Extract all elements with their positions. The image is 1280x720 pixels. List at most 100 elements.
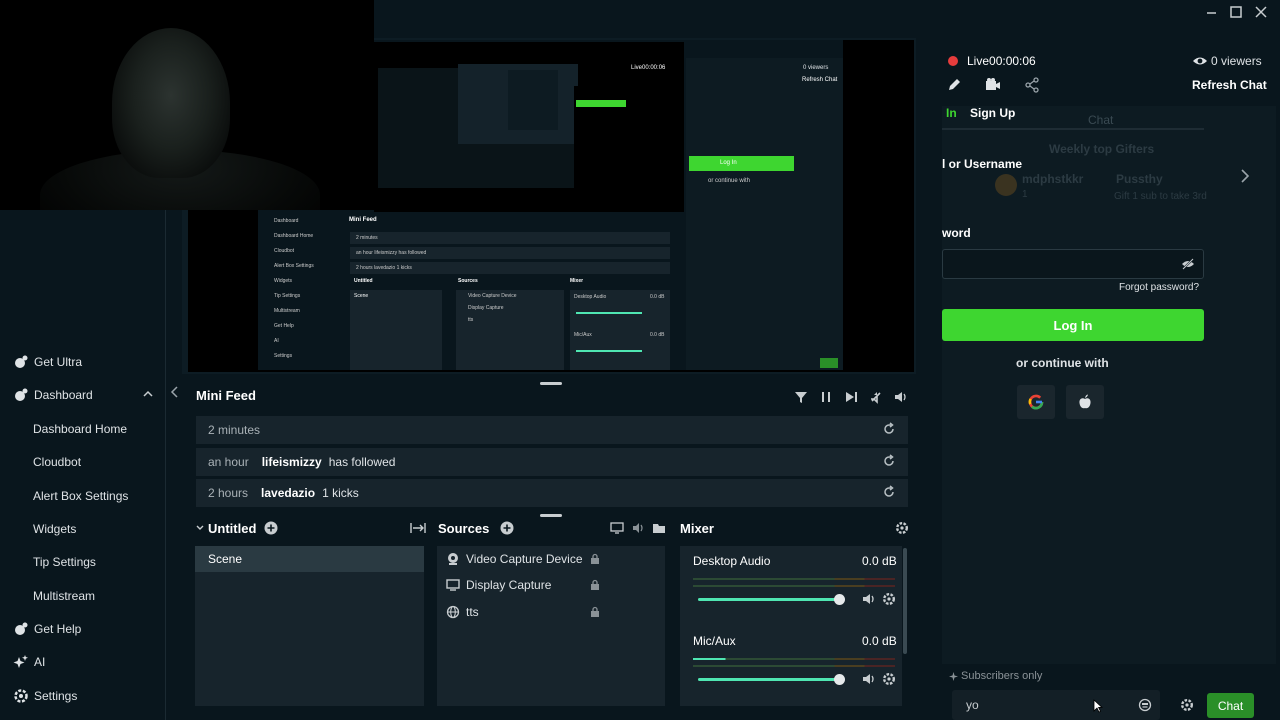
source-label: Display Capture [466, 578, 552, 592]
chat-message-input[interactable] [952, 690, 1160, 720]
nested-feed-2: an hour lifeismizzy has followed [356, 250, 427, 256]
share-icon[interactable] [1024, 77, 1040, 93]
or-continue-with: or continue with [1016, 356, 1109, 370]
pause-icon[interactable] [818, 389, 834, 405]
feed-user[interactable]: lavedazio [261, 486, 315, 500]
login-tab[interactable]: In [946, 106, 957, 120]
sidebar-item-dashboard-home[interactable]: Dashboard Home [0, 414, 166, 444]
nested-minifeed: Mini Feed [349, 217, 377, 223]
sidebar-item-ai[interactable]: AI [0, 647, 166, 677]
monitor-icon [446, 578, 460, 592]
chat-send-button[interactable]: Chat [1207, 693, 1254, 718]
nested-mixer: Mixer [570, 278, 584, 284]
video-camera-icon[interactable] [985, 77, 1001, 93]
mixer-channel-name: Mic/Aux [693, 634, 736, 648]
signup-tab[interactable]: Sign Up [970, 106, 1015, 120]
edit-pencil-icon[interactable] [946, 77, 962, 93]
sidebar-item-widgets[interactable]: Widgets [0, 514, 166, 544]
sidebar-item-multistream[interactable]: Multistream [0, 581, 166, 611]
next-gifter-icon[interactable] [1238, 167, 1252, 185]
folder-icon[interactable] [652, 521, 666, 535]
replay-icon[interactable] [882, 422, 896, 436]
volume-slider-knob[interactable] [834, 674, 845, 685]
mixer-settings-icon[interactable] [895, 521, 909, 535]
source-item[interactable]: Video Capture Device [446, 548, 583, 570]
nested-source-1: Video Capture Device [468, 293, 517, 299]
nested-untitled: Untitled [354, 278, 373, 284]
apple-login-button[interactable] [1066, 385, 1104, 419]
nested-db-1: 0.0 dB [650, 294, 665, 300]
lock-icon[interactable] [589, 553, 601, 565]
mixer-channel-db: 0.0 dB [862, 634, 897, 648]
sidebar-item-label: Cloudbot [33, 455, 82, 469]
speaker-icon[interactable] [862, 672, 876, 686]
chevron-up-icon[interactable] [142, 388, 154, 400]
nested-sidebar-tips: Tip Settings [274, 293, 301, 299]
chat-settings-icon[interactable] [1180, 698, 1194, 712]
source-label: tts [466, 605, 479, 619]
channel-settings-icon[interactable] [882, 592, 896, 606]
audio-source-icon[interactable] [631, 521, 645, 535]
feed-user[interactable]: lifeismizzy [262, 455, 322, 469]
volume-icon[interactable] [893, 389, 909, 405]
sidebar-item-tip-settings[interactable]: Tip Settings [0, 547, 166, 577]
resize-handle[interactable] [540, 514, 562, 517]
forgot-password-link[interactable]: Forgot password? [1119, 282, 1199, 293]
transition-icon[interactable] [410, 521, 426, 535]
sidebar-item-settings[interactable]: Settings [0, 681, 166, 711]
add-scene-icon[interactable] [264, 521, 278, 535]
hide-password-icon[interactable] [1181, 257, 1195, 271]
replay-icon[interactable] [882, 454, 896, 468]
password-field[interactable] [942, 249, 1204, 279]
volume-slider-knob[interactable] [834, 594, 845, 605]
google-login-button[interactable] [1017, 385, 1055, 419]
overlay-gifters-title: Weekly top Gifters [1049, 142, 1155, 156]
lock-icon[interactable] [589, 579, 601, 591]
nested-sidebar-widgets: Widgets [274, 278, 293, 284]
tab-underline [942, 128, 1204, 130]
sidebar-item-alert-box[interactable]: Alert Box Settings [0, 481, 166, 511]
nested-sources: Sources [458, 278, 478, 284]
filter-icon[interactable] [793, 389, 809, 405]
ultra-icon [13, 354, 29, 370]
replay-icon[interactable] [882, 485, 896, 499]
add-source-icon[interactable] [500, 521, 514, 535]
source-item[interactable]: Display Capture [446, 574, 551, 596]
subscribers-only-label: Subscribers only [961, 670, 1043, 682]
sidebar-item-dashboard[interactable]: Dashboard [0, 380, 166, 410]
close-icon[interactable] [1250, 2, 1272, 22]
ai-sparkle-icon [13, 654, 29, 670]
resize-handle[interactable] [540, 382, 562, 385]
source-item[interactable]: tts [446, 601, 479, 623]
mouse-cursor [1093, 699, 1103, 713]
nested-sidebar-alertbox: Alert Box Settings [274, 263, 314, 269]
overlay-gifter-name: mdphstkkr [1022, 172, 1084, 186]
volume-slider[interactable] [698, 598, 840, 601]
sidebar-item-label: Alert Box Settings [33, 489, 129, 503]
mixer-scrollbar[interactable] [903, 548, 907, 654]
nested-sidebar-multistream: Multistream [274, 308, 300, 314]
collapse-sidebar-icon[interactable] [168, 384, 180, 400]
nested-sidebar-home: Dashboard Home [274, 233, 314, 239]
chevron-down-icon[interactable] [195, 522, 205, 534]
mute-alerts-icon[interactable] [868, 389, 884, 405]
emote-icon[interactable] [1138, 698, 1152, 712]
maximize-icon[interactable] [1225, 2, 1247, 22]
sidebar-item-get-ultra[interactable]: Get Ultra [0, 347, 166, 377]
volume-slider[interactable] [698, 678, 840, 681]
channel-settings-icon[interactable] [882, 672, 896, 686]
sidebar-item-label: Get Ultra [34, 355, 83, 369]
display-source-icon[interactable] [610, 521, 624, 535]
speaker-icon[interactable] [862, 592, 876, 606]
google-icon [1028, 394, 1044, 410]
lock-icon[interactable] [589, 606, 601, 618]
minimize-icon[interactable] [1201, 2, 1223, 22]
log-in-button[interactable]: Log In [942, 309, 1204, 341]
sidebar-item-get-help[interactable]: Get Help [0, 614, 166, 644]
skip-icon[interactable] [843, 389, 859, 405]
nested-feed-1: 2 minutes [356, 235, 378, 241]
refresh-chat-button[interactable]: Refresh Chat [1192, 78, 1267, 92]
sidebar-item-label: AI [34, 655, 46, 669]
sidebar-item-cloudbot[interactable]: Cloudbot [0, 447, 166, 477]
scene-collection-title[interactable]: Untitled [208, 521, 256, 536]
